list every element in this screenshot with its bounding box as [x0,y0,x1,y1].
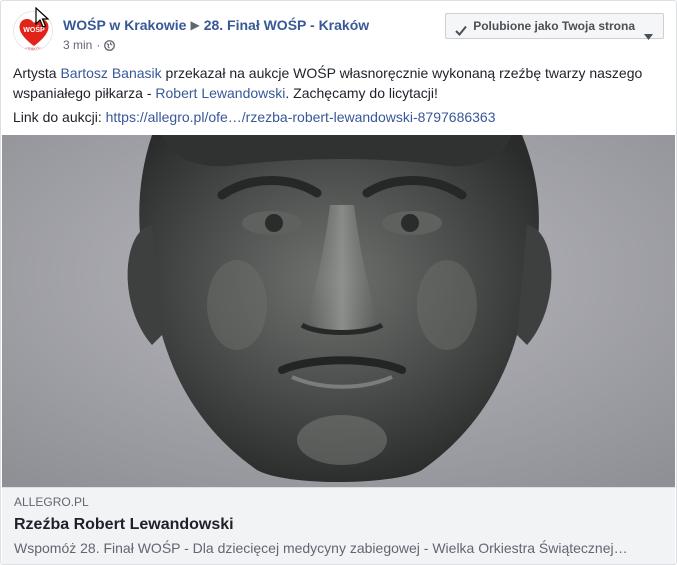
post-meta: 3 min · [63,37,116,55]
mouse-cursor-icon [35,6,50,34]
event-name-link[interactable]: 28. Finał WOŚP - Kraków [204,17,369,33]
post-text-part: . Zachęcamy do licytacji! [285,85,438,101]
post-body-text: Artysta Bartosz Banasik przekazał na auk… [13,63,663,103]
post-timestamp[interactable]: 3 min [63,38,92,52]
post-header: WOŚP KRAKÓW WOŚP w Krakowie ▶ 28. Finał WO… [13,11,664,55]
mention-robert-lewandowski[interactable]: Robert Lewandowski [155,85,285,101]
page-name-link[interactable]: WOŚP w Krakowie [63,17,186,33]
card-domain: ALLEGRO.PL [14,495,89,509]
check-icon [455,20,467,44]
avatar-logo-subtext: KRAKÓW [25,46,43,51]
auction-url-link[interactable]: https://allegro.pl/ofe…/rzezba-robert-le… [106,109,496,125]
sculpture-photo[interactable] [2,135,675,487]
liked-button-label: Polubione jako Twoja strona [473,19,635,33]
auction-link-prefix: Link do aukcji: [13,109,106,125]
card-title[interactable]: Rzeźba Robert Lewandowski [14,515,234,535]
liked-as-your-page-button[interactable]: Polubione jako Twoja strona [445,13,664,40]
card-description: Wspomóż 28. Finał WOŚP - Dla dziecięcej … [14,540,628,556]
triangle-right-icon: ▶ [190,18,200,32]
caret-down-icon [644,24,653,48]
meta-separator: · [96,38,101,52]
link-preview-card[interactable]: ALLEGRO.PL Rzeźba Robert Lewandowski Wsp… [2,487,675,564]
mention-bartosz-banasik[interactable]: Bartosz Banasik [60,65,161,81]
auction-link-line: Link do aukcji: https://allegro.pl/ofe…/… [13,107,496,127]
globe-icon[interactable] [104,39,116,55]
facebook-post: WOŚP KRAKÓW WOŚP w Krakowie ▶ 28. Finał WO… [0,0,677,565]
post-title: WOŚP w Krakowie ▶ 28. Finał WOŚP - Kraków [63,16,369,35]
sculpture-image [2,135,675,487]
post-text-part: Artysta [13,65,61,81]
